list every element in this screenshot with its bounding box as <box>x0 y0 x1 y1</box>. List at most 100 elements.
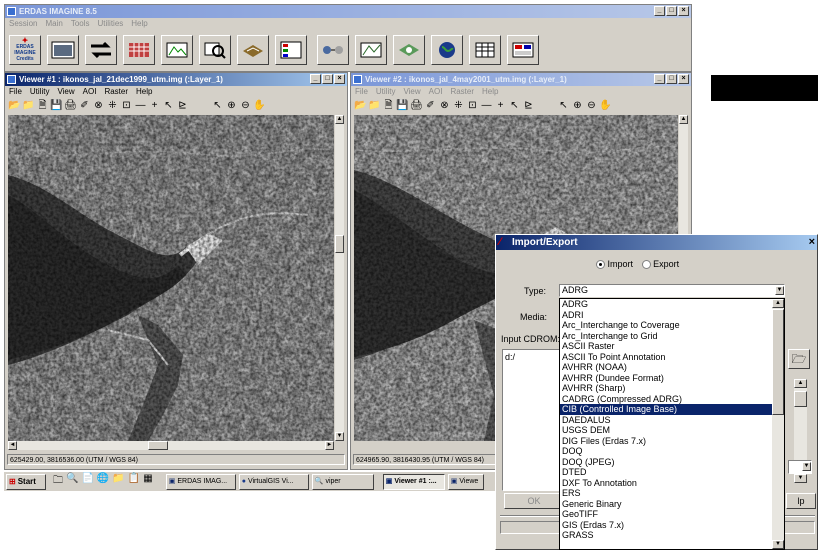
quick-launch-icon[interactable]: 🗀 <box>53 473 63 490</box>
viewer-1-menu-aoi[interactable]: AOI <box>83 86 97 97</box>
main-title-bar[interactable]: ERDAS IMAGINE 8.5 _ □ × <box>5 5 691 18</box>
type-option[interactable]: ADRG <box>560 299 772 310</box>
select-icon[interactable]: ↖ <box>558 100 569 111</box>
open-folder-icon[interactable]: 📁 <box>22 100 34 111</box>
clear-icon[interactable]: ⊗ <box>439 100 450 111</box>
type-option[interactable]: ADRI <box>560 310 772 321</box>
type-dropdown-list[interactable]: ADRG ADRI Arc_Interchange to Coverage Arc_I… <box>559 298 785 550</box>
viewer-1-vertical-scrollbar[interactable]: ▲ ▼ <box>335 115 344 441</box>
data-prep-icon[interactable] <box>123 35 155 65</box>
pointer-icon[interactable]: ↖ <box>509 100 520 111</box>
viewer-1-image[interactable] <box>8 115 334 441</box>
type-option[interactable]: AVHRR (NOAA) <box>560 362 772 373</box>
open-file-icon[interactable]: 📂 <box>354 100 366 111</box>
task-viewer-1[interactable]: ▣ Viewer #1 :... <box>382 473 445 490</box>
viewer-1-horizontal-scrollbar[interactable]: ◄ ► <box>8 441 334 450</box>
viewer-2-menu-view[interactable]: View <box>403 86 420 97</box>
type-option[interactable]: GIS (Erdas 7.x) <box>560 520 772 531</box>
type-option[interactable]: AVHRR (Dundee Format) <box>560 373 772 384</box>
maximize-icon[interactable]: □ <box>666 6 677 16</box>
chevron-down-icon[interactable]: ▼ <box>802 462 811 471</box>
type-option[interactable]: DIG Files (Erdas 7.x) <box>560 436 772 447</box>
import-radio[interactable] <box>596 260 605 270</box>
minimize-icon[interactable]: _ <box>654 74 665 84</box>
start-button[interactable]: ⊞ Start <box>6 473 46 490</box>
viewer-1-menu-view[interactable]: View <box>57 86 74 97</box>
viewer-1-menu-raster[interactable]: Raster <box>104 86 128 97</box>
viewer-icon[interactable] <box>47 35 79 65</box>
crosshair-icon[interactable]: + <box>495 100 506 111</box>
ok-button[interactable]: OK <box>504 493 564 509</box>
fit-icon[interactable]: ⁜ <box>107 100 118 111</box>
zoom-in-icon[interactable]: ⊕ <box>572 100 583 111</box>
quick-launch-icon[interactable]: ▦ <box>143 473 152 490</box>
scroll-left-arrow-icon[interactable]: ◄ <box>8 441 17 450</box>
select-icon[interactable]: ↖ <box>212 100 223 111</box>
scroll-thumb[interactable] <box>772 309 784 415</box>
quick-launch-icon[interactable]: 📋 <box>128 473 140 490</box>
maximize-icon[interactable]: □ <box>322 74 333 84</box>
open-file-icon[interactable]: 📂 <box>8 100 20 111</box>
type-option[interactable]: ASCII Raster <box>560 341 772 352</box>
dialog-title-bar[interactable]: ⁄ Import/Export × <box>496 235 817 250</box>
help-button[interactable]: lp <box>786 493 816 509</box>
save-icon[interactable]: 💾 <box>396 100 408 111</box>
viewer-2-menu-help[interactable]: Help <box>482 86 498 97</box>
scroll-thumb[interactable] <box>335 235 344 253</box>
print-icon[interactable]: 🖨 <box>410 100 423 111</box>
zoom-in-icon[interactable]: ⊕ <box>226 100 237 111</box>
scroll-thumb[interactable] <box>148 441 168 450</box>
type-option[interactable]: CIB (Controlled Image Base) <box>560 404 772 415</box>
erdas-logo-icon[interactable]: ✦ ERDAS IMAGINE Credits <box>9 35 41 65</box>
close-icon[interactable]: × <box>678 74 689 84</box>
scroll-up-arrow-icon[interactable]: ▲ <box>794 379 807 388</box>
scroll-up-arrow-icon[interactable]: ▲ <box>679 115 688 124</box>
quick-launch-icon[interactable]: 🌐 <box>97 473 109 490</box>
type-option[interactable]: CADRG (Compressed ADRG) <box>560 394 772 405</box>
type-option[interactable]: DAEDALUS <box>560 415 772 426</box>
pan-icon[interactable]: ✋ <box>253 100 265 111</box>
minimize-icon[interactable]: _ <box>310 74 321 84</box>
zoom-box-icon[interactable]: ⊡ <box>121 100 132 111</box>
viewer-1-menu-file[interactable]: File <box>9 86 22 97</box>
measure-icon[interactable]: — <box>135 100 146 111</box>
fit-icon[interactable]: ⁜ <box>453 100 464 111</box>
edit-icon[interactable]: ✐ <box>425 100 436 111</box>
type-option[interactable]: DTED <box>560 467 772 478</box>
viewer-2-menu-file[interactable]: File <box>355 86 368 97</box>
edit-icon[interactable]: ✐ <box>79 100 90 111</box>
type-option[interactable]: AVHRR (Sharp) <box>560 383 772 394</box>
type-option[interactable]: Arc_Interchange to Grid <box>560 331 772 342</box>
viewer-2-menu-raster[interactable]: Raster <box>450 86 474 97</box>
pointer-icon[interactable]: ↖ <box>163 100 174 111</box>
type-option[interactable]: DXF To Annotation <box>560 478 772 489</box>
path-list[interactable]: d:/ <box>502 349 562 491</box>
zoom-out-icon[interactable]: ⊖ <box>586 100 597 111</box>
vector-icon[interactable] <box>355 35 387 65</box>
quick-launch-icon[interactable]: 🔍 <box>66 473 78 490</box>
viewer-1-menu-utility[interactable]: Utility <box>30 86 50 97</box>
quick-launch-icon[interactable]: 📁 <box>112 473 124 490</box>
main-menu-tools[interactable]: Tools <box>71 18 90 29</box>
interpreter-icon[interactable] <box>199 35 231 65</box>
classifier-icon[interactable] <box>275 35 307 65</box>
type-option[interactable]: Arc_Interchange to Coverage <box>560 320 772 331</box>
open-folder-icon[interactable]: 📁 <box>368 100 380 111</box>
scroll-up-arrow-icon[interactable]: ▲ <box>335 115 344 124</box>
minimize-icon[interactable]: _ <box>654 6 665 16</box>
chevron-down-icon[interactable]: ▼ <box>775 286 784 295</box>
import-icon[interactable] <box>85 35 117 65</box>
radar-icon[interactable] <box>393 35 425 65</box>
composer-icon[interactable] <box>161 35 193 65</box>
viewer-2-menu-aoi[interactable]: AOI <box>429 86 443 97</box>
zoom-out-icon[interactable]: ⊖ <box>240 100 251 111</box>
subpixel-icon[interactable] <box>507 35 539 65</box>
viewer-1-menu-help[interactable]: Help <box>136 86 152 97</box>
measure-icon[interactable]: — <box>481 100 492 111</box>
type-option[interactable]: USGS DEM <box>560 425 772 436</box>
maximize-icon[interactable]: □ <box>666 74 677 84</box>
viewer-2-title-bar[interactable]: Viewer #2 : ikonos_jal_4may2001_utm.img … <box>351 73 691 86</box>
scroll-up-arrow-icon[interactable]: ▲ <box>772 299 784 308</box>
type-option[interactable]: Generic Binary <box>560 499 772 510</box>
task-virtualgis[interactable]: ● VirtualGIS Vi... <box>238 473 309 490</box>
